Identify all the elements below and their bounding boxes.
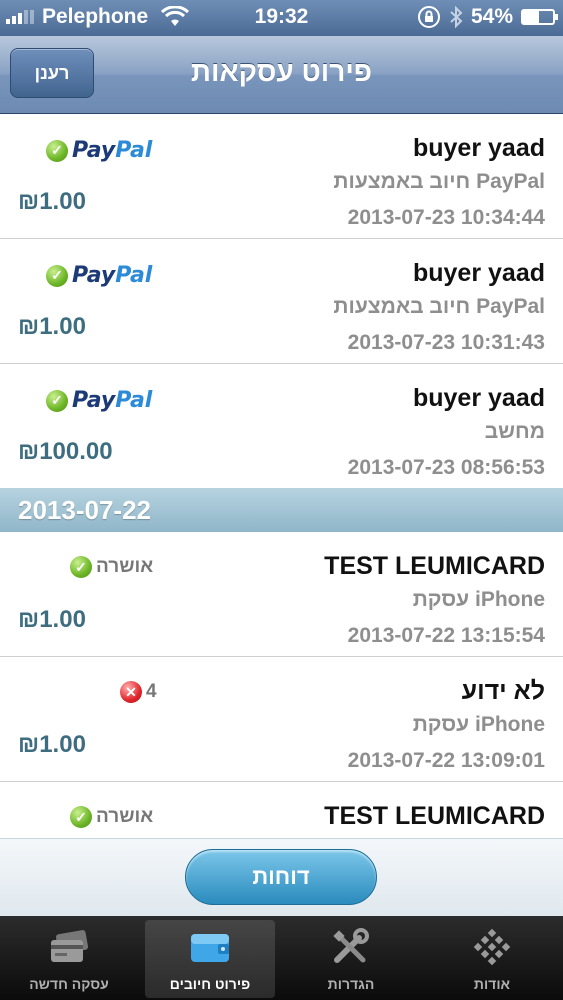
transaction-row[interactable]: ✓ PayPal buyer yaad חיוב באמצעות PayPal … — [0, 239, 563, 364]
transaction-description: עסקת iPhone — [412, 588, 545, 611]
tab-settings[interactable]: הגדרות — [286, 920, 416, 998]
tab-label: הגדרות — [327, 976, 375, 992]
transaction-row[interactable]: ✓ PayPal buyer yaad חיוב באמצעות PayPal … — [0, 114, 563, 239]
customer-name: TEST LEUMICARD — [324, 552, 545, 580]
credit-card-icon — [51, 930, 89, 962]
about-icon — [473, 928, 511, 966]
transaction-description: עסקת iPhone — [412, 713, 545, 736]
battery-icon — [521, 9, 558, 25]
customer-name: buyer yaad — [412, 134, 545, 162]
battery-percent: 54% — [470, 5, 513, 28]
transaction-row[interactable]: ✓ אושרה TEST LEUMICARD עסקת iPhone ₪1.00… — [0, 532, 563, 657]
status-label: אושרה — [96, 806, 154, 827]
reports-button[interactable]: דוחות — [185, 849, 377, 905]
transaction-description: מחשב — [484, 420, 545, 443]
reports-bar: דוחות — [0, 838, 563, 916]
tab-bar: עסקה חדשה פירוט חיובים הגדרות אודות — [0, 916, 563, 1000]
error-x-icon: ✕ — [120, 681, 142, 703]
tools-icon — [333, 928, 369, 963]
tab-label: עסקה חדשה — [29, 976, 109, 992]
transaction-row[interactable]: ✓ אושרה TEST LEUMICARD — [0, 782, 563, 838]
customer-name: buyer yaad — [412, 384, 545, 412]
transaction-datetime: 2013-07-23 10:34:44 — [347, 206, 545, 229]
transaction-amount: ₪1.00 — [18, 313, 86, 340]
paypal-badge: ✓ PayPal — [46, 138, 152, 163]
transaction-datetime: 2013-07-22 13:15:54 — [347, 624, 545, 647]
tab-charges[interactable]: פירוט חיובים — [145, 920, 275, 998]
tab-label: פירוט חיובים — [169, 976, 251, 992]
status-right: 54% — [417, 5, 558, 29]
transaction-row[interactable]: ✓ PayPal buyer yaad מחשב ₪100.00 2013-07… — [0, 364, 563, 489]
tab-about[interactable]: אודות — [427, 920, 557, 998]
approved-check-icon: ✓ — [46, 264, 68, 287]
transaction-description: חיוב באמצעות PayPal — [333, 170, 545, 193]
transaction-row[interactable]: ✕ 4 לא ידוע עסקת iPhone ₪1.00 2013-07-22… — [0, 657, 563, 782]
customer-name: TEST LEUMICARD — [324, 802, 545, 830]
status-badge: ✓ אושרה — [70, 806, 153, 828]
approved-check-icon: ✓ — [70, 806, 92, 828]
page-title: פירוט עסקאות — [190, 56, 373, 87]
tab-label: אודות — [473, 976, 511, 992]
transaction-datetime: 2013-07-22 13:09:01 — [347, 749, 545, 772]
customer-name: לא ידוע — [461, 677, 545, 705]
status-label: 4 — [146, 681, 157, 702]
transactions-list[interactable]: ✓ PayPal buyer yaad חיוב באמצעות PayPal … — [0, 114, 563, 838]
status-badge: ✕ 4 — [120, 681, 157, 703]
customer-name: buyer yaad — [412, 259, 545, 287]
transaction-datetime: 2013-07-23 08:56:53 — [347, 456, 545, 479]
status-badge: ✓ אושרה — [70, 556, 153, 578]
date-section-header: 2013-07-22 — [0, 488, 563, 532]
paypal-badge: ✓ PayPal — [46, 263, 152, 288]
status-bar: Pelephone 19:32 54% — [0, 0, 563, 36]
transaction-amount: ₪1.00 — [18, 188, 86, 215]
paypal-badge: ✓ PayPal — [46, 388, 152, 413]
approved-check-icon: ✓ — [70, 556, 92, 578]
paypal-logo: PayPal — [72, 388, 153, 413]
transaction-amount: ₪1.00 — [18, 606, 86, 633]
transaction-datetime: 2013-07-23 10:31:43 — [347, 331, 545, 354]
paypal-logo: PayPal — [72, 138, 153, 163]
transaction-amount: ₪1.00 — [18, 731, 86, 758]
bluetooth-icon — [450, 5, 463, 29]
wallet-icon — [191, 934, 229, 962]
tab-new-transaction[interactable]: עסקה חדשה — [4, 920, 134, 998]
rotation-lock-icon — [417, 6, 440, 28]
approved-check-icon: ✓ — [46, 139, 68, 162]
transaction-amount: ₪100.00 — [18, 438, 113, 465]
approved-check-icon: ✓ — [46, 389, 68, 412]
paypal-logo: PayPal — [72, 263, 153, 288]
status-label: אושרה — [96, 556, 154, 577]
nav-bar: רענן פירוט עסקאות — [0, 36, 563, 114]
transaction-description: חיוב באמצעות PayPal — [333, 295, 545, 318]
